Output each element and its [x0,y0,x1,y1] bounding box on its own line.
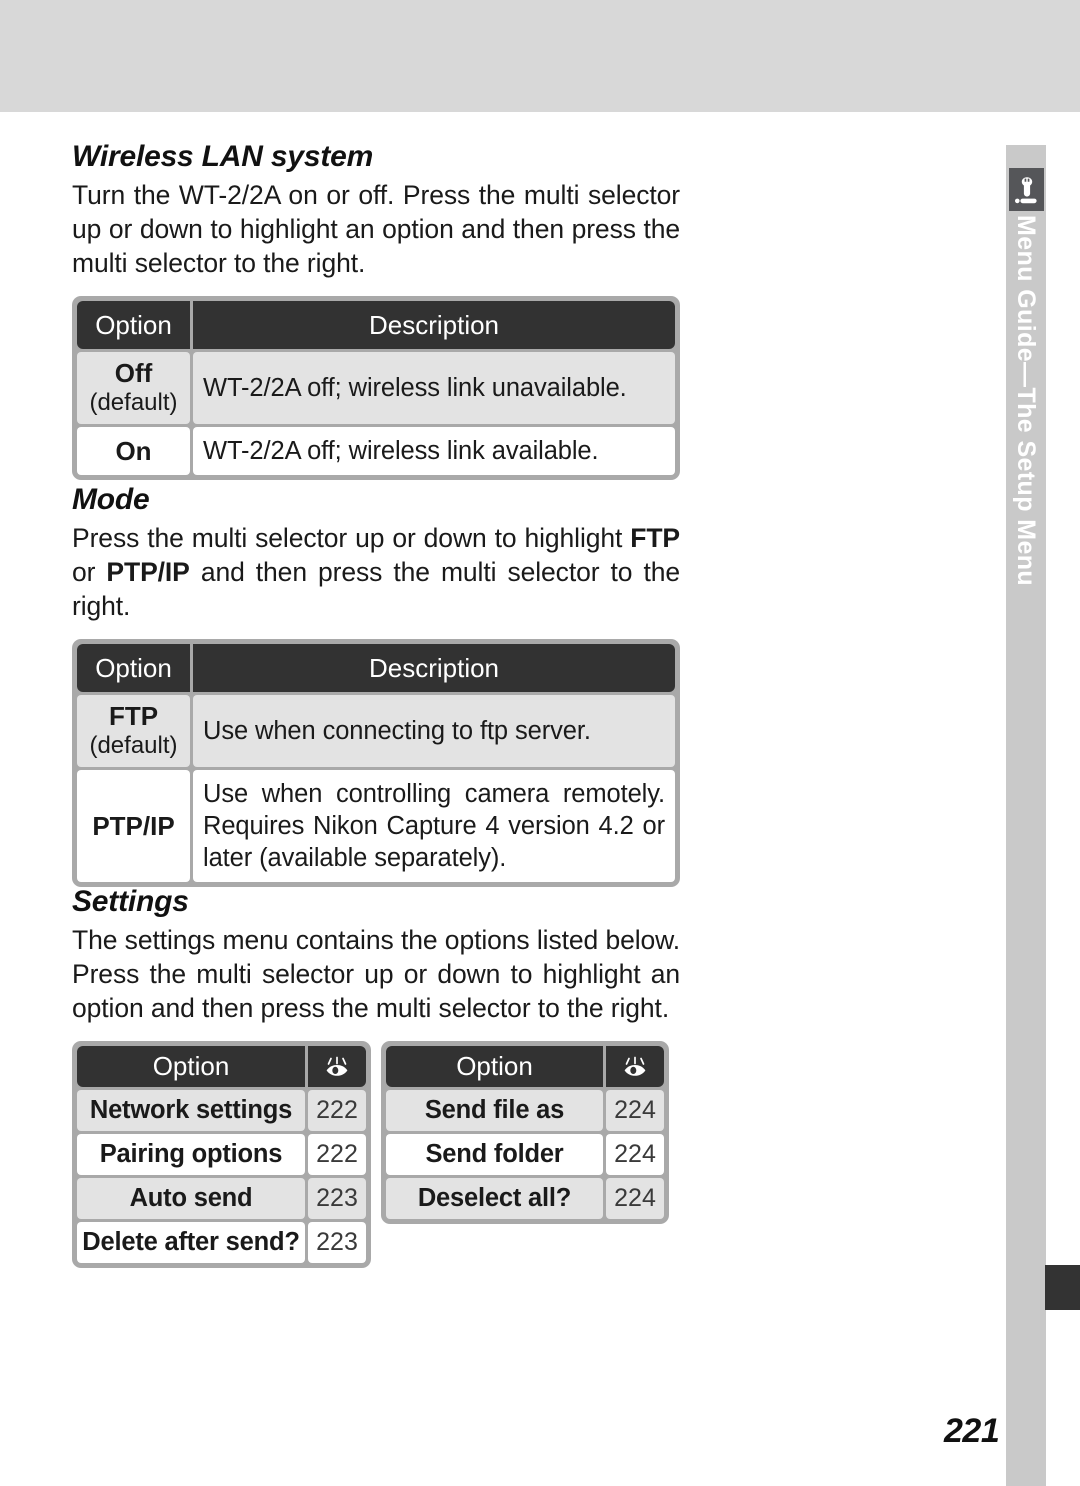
table-header-row: Option [386,1046,664,1087]
page-number: 221 [944,1412,1000,1450]
paragraph-mode-bold-ptpip: PTP/IP [106,557,190,587]
section-settings: Settings The settings menu contains the … [72,885,680,1268]
table-row: FTP (default) Use when connecting to ftp… [77,695,675,767]
paragraph-mode-mid: or [72,557,107,587]
setting-page-cell: 224 [606,1178,664,1219]
setup-menu-icon [1009,168,1044,211]
heading-mode: Mode [72,483,150,516]
heading-wireless-lan-system: Wireless LAN system [72,140,374,173]
option-default-note: (default) [89,732,178,759]
option-cell: FTP (default) [77,695,190,767]
option-name: Off [114,358,153,388]
setting-name: Auto send [129,1184,253,1212]
paragraph-settings: The settings menu contains the options l… [72,925,680,1023]
setting-page-cell: 224 [606,1134,664,1175]
table-wireless-lan-options: Option Description Off (default) WT-2/2A… [72,296,680,480]
paragraph-mode-pre: Press the multi selector up or down to h… [72,523,631,553]
paragraph-wireless-lan-system: Turn the WT-2/2A on or off. Press the mu… [72,180,680,278]
setting-name-cell: Pairing options [77,1134,305,1175]
table-row: Pairing options 222 [77,1134,366,1175]
option-cell: PTP/IP [77,770,190,882]
page-header-band [0,0,1080,112]
setting-name-cell: Send file as [386,1090,603,1131]
table-row: Delete after send? 223 [77,1222,366,1263]
table-row: Network settings 222 [77,1090,366,1131]
column-header-option: Option [386,1046,603,1087]
column-header-description: Description [193,301,675,349]
description-text: Use when connecting to ftp server. [203,717,591,745]
table-row: PTP/IP Use when controlling camera remot… [77,770,675,882]
description-cell: Use when connecting to ftp server. [193,695,675,767]
setting-page-number: 224 [614,1140,656,1168]
table-settings-options-left: Option Network settings 222 Pairing opti… [72,1041,371,1268]
setting-page-number: 222 [316,1140,358,1168]
setting-page-number: 224 [614,1184,656,1212]
description-cell: WT-2/2A off; wireless link unavailable. [193,352,675,424]
table-header-row: Option [77,1046,366,1087]
option-name: FTP [108,701,159,731]
setting-page-cell: 223 [308,1178,366,1219]
description-cell: WT-2/2A off; wireless link available. [193,427,675,475]
table-header-row: Option Description [77,644,675,692]
heading-settings: Settings [72,885,189,918]
column-header-description: Description [193,644,675,692]
setting-page-number: 222 [316,1096,358,1124]
column-header-option: Option [77,644,190,692]
option-name: On [115,436,152,466]
description-text: WT-2/2A off; wireless link unavailable. [203,374,627,402]
section-wireless-lan-system: Wireless LAN system Turn the WT-2/2A on … [72,140,680,480]
setting-page-number: 223 [316,1228,358,1256]
column-header-option: Option [77,1046,305,1087]
table-row: Send folder 224 [386,1134,664,1175]
table-mode-options: Option Description FTP (default) Use whe… [72,639,680,887]
setting-name-cell: Network settings [77,1090,305,1131]
option-default-note: (default) [89,389,178,416]
setting-name: Network settings [89,1096,293,1124]
eye-page-reference-icon [606,1046,664,1087]
side-tab-label: Menu Guide—The Setup Menu [1006,215,1046,645]
setting-page-cell: 222 [308,1090,366,1131]
option-name: PTP/IP [92,811,175,841]
setting-page-cell: 223 [308,1222,366,1263]
description-text: WT-2/2A off; wireless link available. [203,437,599,465]
eye-page-reference-icon [308,1046,366,1087]
setting-name: Delete after send? [82,1228,300,1256]
setting-name: Send file as [424,1096,565,1124]
setting-name-cell: Deselect all? [386,1178,603,1219]
description-cell: Use when controlling camera remotely. Re… [193,770,675,882]
setting-page-cell: 224 [606,1090,664,1131]
settings-reference-tables: Option Network settings 222 Pairing opti… [72,1041,680,1268]
chapter-edge-marker [1045,1265,1080,1310]
paragraph-mode-bold-ftp: FTP [630,523,680,553]
setting-name-cell: Send folder [386,1134,603,1175]
setting-page-cell: 222 [308,1134,366,1175]
table-row: On WT-2/2A off; wireless link available. [77,427,675,475]
setting-name-cell: Delete after send? [77,1222,305,1263]
side-tab-label-text: Menu Guide—The Setup Menu [1012,215,1040,587]
section-mode: Mode Press the multi selector up or down… [72,483,680,887]
setting-name: Send folder [425,1140,564,1168]
setting-name: Deselect all? [417,1184,572,1212]
paragraph-mode: Press the multi selector up or down to h… [72,521,680,623]
column-header-option: Option [77,301,190,349]
setting-page-number: 223 [316,1184,358,1212]
table-row: Off (default) WT-2/2A off; wireless link… [77,352,675,424]
table-settings-options-right: Option Send file as 224 Send folder 224 … [381,1041,669,1224]
table-header-row: Option Description [77,301,675,349]
table-row: Deselect all? 224 [386,1178,664,1219]
table-row: Send file as 224 [386,1090,664,1131]
setting-page-number: 224 [614,1096,656,1124]
setting-name: Pairing options [99,1140,283,1168]
setting-name-cell: Auto send [77,1178,305,1219]
option-cell: On [77,427,190,475]
option-cell: Off (default) [77,352,190,424]
table-row: Auto send 223 [77,1178,366,1219]
description-text: Use when controlling camera remotely. Re… [203,780,665,872]
